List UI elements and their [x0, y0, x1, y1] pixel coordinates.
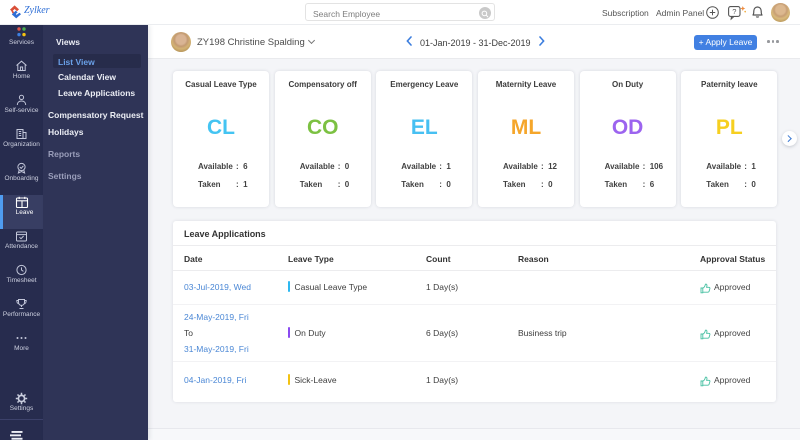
svg-text:?: ? [732, 7, 736, 16]
